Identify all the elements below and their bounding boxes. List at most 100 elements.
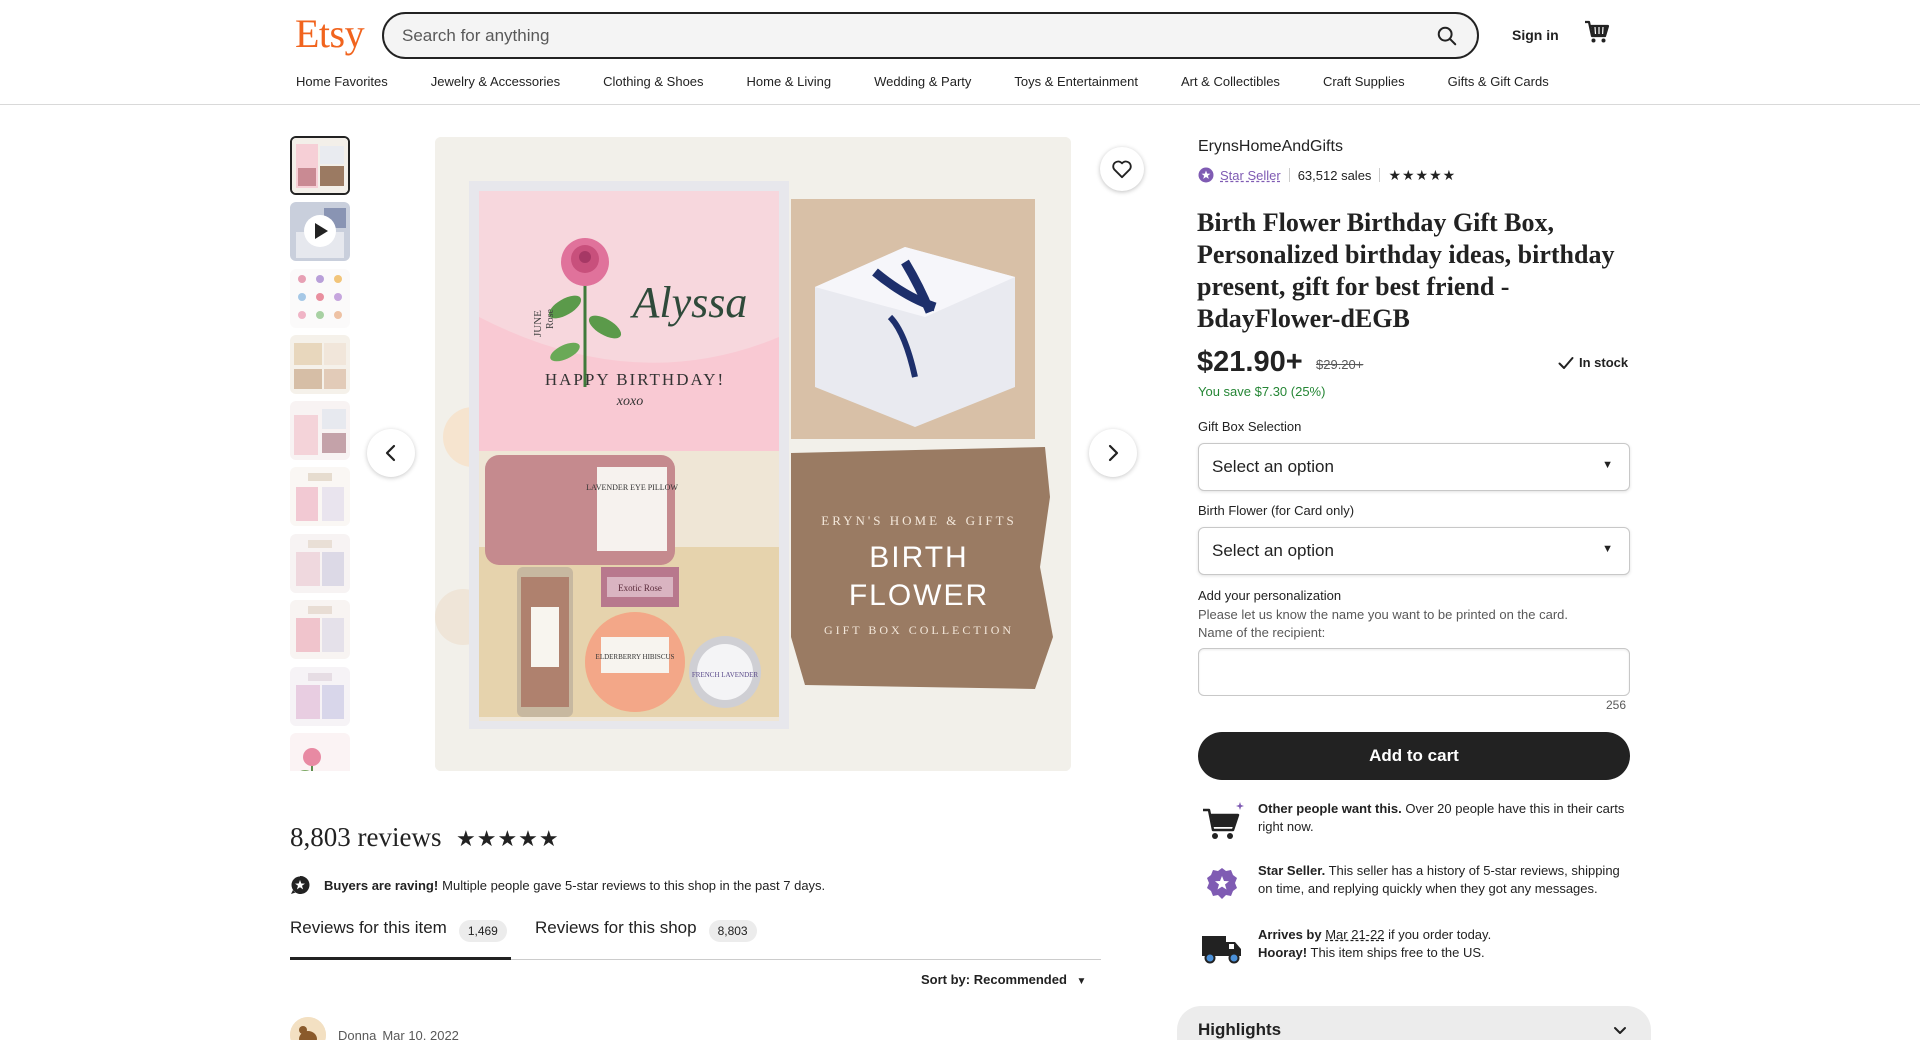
main-product-image: Alyssa JUNE Rose HAPPY BIRTHDAY! xoxo LA…: [435, 137, 1071, 771]
sort-dropdown[interactable]: Sort by: Recommended ▼: [921, 972, 1086, 987]
highlights-title: Highlights: [1198, 1020, 1282, 1039]
highlights-section-toggle[interactable]: Highlights: [1177, 1006, 1651, 1040]
category-jewelry-accessories[interactable]: Jewelry & Accessories: [431, 74, 560, 96]
next-image-button[interactable]: [1089, 429, 1137, 477]
savings-text: You save $7.30 (25%): [1198, 384, 1326, 399]
thumbnail-image-8[interactable]: [290, 600, 350, 659]
chevron-left-icon: [385, 444, 396, 462]
listing-title: Birth Flower Birthday Gift Box, Personal…: [1197, 208, 1615, 333]
gift-box-photo: Alyssa JUNE Rose HAPPY BIRTHDAY! xoxo LA…: [435, 137, 1071, 771]
chat-star-icon: [291, 875, 310, 894]
seller-info-row: Star Seller 63,512 sales ★★★★★: [1198, 165, 1456, 185]
previous-image-button[interactable]: [367, 429, 415, 477]
hooray-bold: Hooray!: [1258, 945, 1308, 960]
reviews-rating-stars: ★★★★★: [456, 826, 560, 851]
candle-label-text: ELDERBERRY HIBISCUS: [596, 653, 675, 661]
avatar[interactable]: [290, 1017, 326, 1040]
thumbnail-image-5[interactable]: [290, 401, 350, 460]
thumbnail-image-9[interactable]: [290, 667, 350, 726]
star-seller-notice: Star Seller. This seller has a history o…: [1200, 862, 1630, 918]
thumbnail-image-10[interactable]: [290, 733, 350, 771]
sales-count: 63,512 sales: [1297, 167, 1372, 183]
add-to-cart-button[interactable]: Add to cart: [1198, 732, 1630, 780]
tab-label: Reviews for this item: [290, 918, 447, 937]
etsy-logo[interactable]: Etsy: [295, 10, 365, 57]
site-header: Etsy Sign in Home Favorites Jewelry & Ac…: [0, 0, 1920, 105]
raving-text: Multiple people gave 5-star reviews to t…: [442, 877, 826, 893]
personalization-help-text: Please let us know the name you want to …: [1198, 607, 1569, 622]
shop-name-link[interactable]: ErynsHomeAndGifts: [1198, 138, 1343, 156]
buyers-raving-notice: Buyers are raving! Multiple people gave …: [290, 873, 825, 897]
thumbnail-image-4[interactable]: [290, 335, 350, 394]
reviews-count-title: 8,803 reviews: [290, 822, 442, 852]
star-seller-link[interactable]: Star Seller: [1220, 168, 1281, 183]
star-seller-text: Star Seller. This seller has a history o…: [1258, 862, 1628, 898]
gift-box-selection-dropdown[interactable]: Select an option ▼: [1198, 443, 1630, 491]
dropdown-caret-icon: ▼: [1602, 543, 1613, 555]
sign-in-button[interactable]: Sign in: [1500, 20, 1571, 50]
personalization-label: Add your personalization: [1198, 588, 1342, 603]
banner-brand-text: ERYN'S HOME & GIFTS: [821, 513, 1017, 528]
reviewer-name[interactable]: Donna: [338, 1028, 376, 1040]
category-toys-entertainment[interactable]: Toys & Entertainment: [1014, 74, 1138, 96]
shipping-notice: Arrives by Mar 21-22 if you order today.…: [1200, 926, 1630, 970]
thumbnail-image-3[interactable]: [290, 269, 350, 328]
review-date: Mar 10, 2022: [382, 1027, 459, 1040]
tab-reviews-shop[interactable]: Reviews for this shop 8,803: [535, 918, 757, 960]
favorite-heart-button[interactable]: [1100, 147, 1144, 191]
current-price: $21.90+: [1197, 346, 1303, 378]
star-seller-badge-icon: [1198, 167, 1214, 183]
tab-label: Reviews for this shop: [535, 918, 697, 937]
banner-line1-text: BIRTH: [869, 541, 968, 574]
search-icon[interactable]: [1431, 20, 1463, 52]
category-wedding-party[interactable]: Wedding & Party: [874, 74, 971, 96]
thumbnail-image-6[interactable]: [290, 467, 350, 526]
category-art-collectibles[interactable]: Art & Collectibles: [1181, 74, 1280, 96]
review-author-row: Donna Mar 10, 2022: [290, 1017, 459, 1040]
demand-notice: Other people want this. Over 20 people h…: [1200, 800, 1630, 846]
rating-stars[interactable]: ★★★★★: [1388, 167, 1456, 184]
card-month-text: JUNE: [532, 310, 544, 337]
soap-label-text: Exotic Rose: [618, 583, 662, 593]
cart-icon[interactable]: [1583, 18, 1615, 50]
thumbnail-image-1[interactable]: [290, 136, 350, 195]
demand-bold: Other people want this.: [1258, 801, 1402, 816]
shipping-text: Arrives by Mar 21-22 if you order today.…: [1258, 926, 1628, 962]
card-sign-text: xoxo: [616, 394, 643, 409]
chevron-right-icon: [1108, 444, 1119, 462]
sort-label: Sort by: Recommended: [921, 972, 1067, 987]
reviews-tabs: Reviews for this item 1,469 Reviews for …: [290, 918, 1101, 960]
card-greeting-text: HAPPY BIRTHDAY!: [545, 370, 725, 389]
cart-sparkle-icon: [1203, 802, 1244, 839]
category-nav: Home Favorites Jewelry & Accessories Clo…: [296, 74, 1592, 96]
dropdown-caret-icon: ▼: [1602, 459, 1613, 471]
free-shipping-text: This item ships free to the US.: [1310, 945, 1485, 960]
gift-box-selection-label: Gift Box Selection: [1198, 419, 1302, 434]
thumbnail-image-7[interactable]: [290, 534, 350, 593]
search-bar: [382, 12, 1479, 59]
thumbnail-video[interactable]: [290, 202, 350, 261]
chevron-down-icon: [1614, 1027, 1626, 1034]
birth-flower-dropdown[interactable]: Select an option ▼: [1198, 527, 1630, 575]
personalization-help-text-2: Name of the recipient:: [1198, 625, 1326, 640]
category-craft-supplies[interactable]: Craft Supplies: [1323, 74, 1405, 96]
divider: [1379, 168, 1381, 182]
category-home-living[interactable]: Home & Living: [747, 74, 832, 96]
original-price: $29.20+: [1316, 357, 1364, 372]
category-gifts-gift-cards[interactable]: Gifts & Gift Cards: [1448, 74, 1549, 96]
tab-count-badge: 1,469: [458, 920, 507, 942]
dropdown-value: Select an option: [1212, 541, 1334, 560]
arrival-date[interactable]: Mar 21-22: [1325, 927, 1384, 942]
checkmark-icon: [1558, 356, 1574, 369]
tin-label-text: FRENCH LAVENDER: [692, 671, 759, 679]
category-home-favorites[interactable]: Home Favorites: [296, 74, 388, 96]
birth-flower-label: Birth Flower (for Card only): [1198, 503, 1355, 518]
search-input[interactable]: [402, 14, 1392, 57]
tab-reviews-item[interactable]: Reviews for this item 1,469: [290, 918, 511, 960]
heart-icon: [1112, 160, 1132, 179]
category-clothing-shoes[interactable]: Clothing & Shoes: [603, 74, 703, 96]
star-seller-bold: Star Seller.: [1258, 863, 1326, 878]
banner-sub-text: GIFT BOX COLLECTION: [824, 623, 1014, 637]
raving-bold: Buyers are raving!: [324, 877, 439, 893]
personalization-input[interactable]: [1198, 648, 1630, 696]
